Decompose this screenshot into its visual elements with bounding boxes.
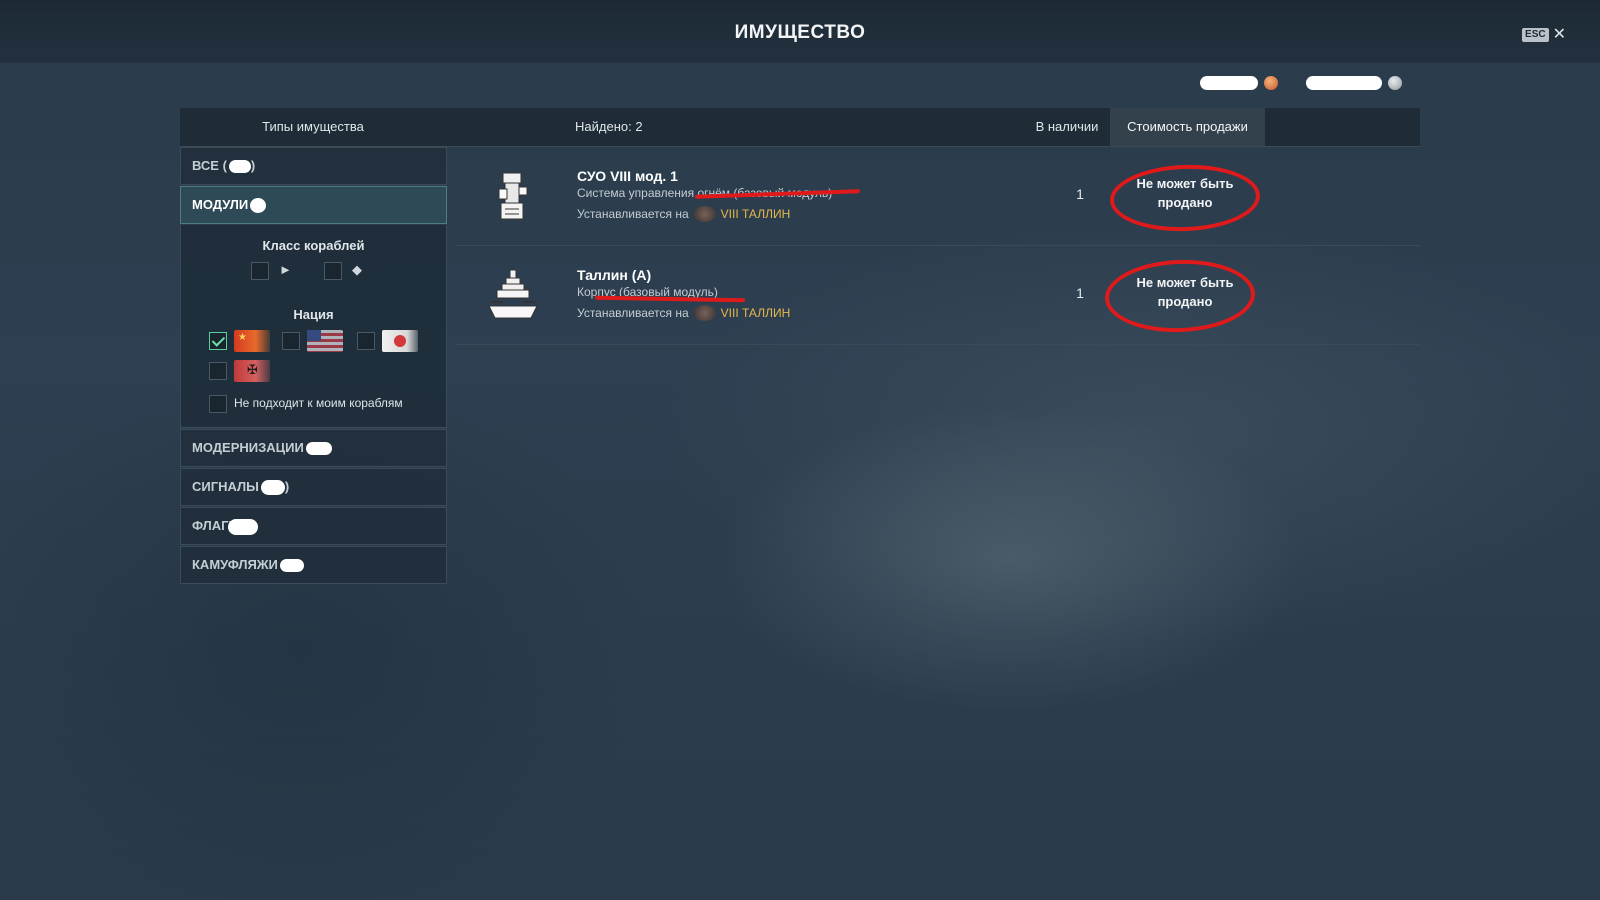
category-all[interactable]: ВСЕ () <box>180 147 447 185</box>
category-label: МОДУЛИ <box>192 197 249 212</box>
esc-key-hint: ESC <box>1522 28 1549 42</box>
category-label: КАМУФЛЯЖИ <box>192 557 278 572</box>
ship-link[interactable]: VIII ТАЛЛИН <box>721 306 791 320</box>
mismatch-checkbox[interactable] <box>209 395 227 413</box>
item-name: Таллин (А) <box>577 267 652 283</box>
ship-badge-icon <box>693 206 716 222</box>
credit-coin-icon <box>1388 76 1402 90</box>
category-label: МОДЕРНИЗАЦИИ <box>192 440 304 455</box>
table-row[interactable]: Таллин (А) Корпус (базовый модуль) Устан… <box>455 246 1420 345</box>
mismatch-label: Не подходит к моим кораблям <box>234 396 403 410</box>
item-name: СУО VIII мод. 1 <box>577 168 678 184</box>
page-title: ИМУЩЕСТВО <box>734 22 866 43</box>
annotation-underline <box>594 295 746 303</box>
category-signals[interactable]: СИГНАЛЫ) <box>180 468 447 506</box>
cruiser-class-icon: ◆ <box>352 262 362 277</box>
close-icon[interactable]: ✕ <box>1553 27 1566 43</box>
redacted-count <box>228 160 251 174</box>
category-label: ВСЕ ( <box>192 158 227 173</box>
close-button[interactable]: ESC ✕ <box>1522 27 1566 43</box>
credits-balance <box>1306 76 1402 90</box>
item-quantity: 1 <box>1076 285 1084 301</box>
installed-on: Устанавливается на VIII ТАЛЛИН <box>577 305 791 321</box>
found-count: Найдено: 2 <box>575 119 643 134</box>
item-quantity: 1 <box>1076 186 1084 202</box>
items-list: СУО VIII мод. 1 Система управления огнём… <box>455 147 1420 345</box>
hull-module-icon <box>488 269 538 319</box>
top-bar: ИМУЩЕСТВО ESC ✕ <box>0 0 1600 63</box>
category-flags[interactable]: ФЛАГИ <box>180 507 447 545</box>
redacted-count <box>250 198 267 214</box>
doubloon-coin-icon <box>1264 76 1278 90</box>
table-row[interactable]: СУО VIII мод. 1 Система управления огнём… <box>455 147 1420 246</box>
redacted-value <box>1200 76 1258 90</box>
japan-flag-icon <box>382 330 418 352</box>
annotation-circle <box>1103 257 1257 335</box>
ship-class-checkbox-destroyer[interactable] <box>251 262 269 280</box>
category-camouflages[interactable]: КАМУФЛЯЖИ <box>180 546 447 584</box>
sale-price-column-header[interactable]: Стоимость продажи <box>1110 108 1265 146</box>
module-filters: Класс кораблей ► ◆ Нация Не подходит к м… <box>180 225 447 428</box>
redacted-count <box>279 559 304 573</box>
redacted-value <box>1306 76 1382 90</box>
types-header: Типы имущества <box>262 119 364 134</box>
category-upgrades[interactable]: МОДЕРНИЗАЦИИ <box>180 429 447 467</box>
category-modules[interactable]: МОДУЛИ <box>180 186 447 224</box>
installed-on: Устанавливается на VIII ТАЛЛИН <box>577 206 791 222</box>
redacted-count <box>227 518 258 535</box>
fire-control-module-icon <box>498 172 528 220</box>
germany-flag-icon <box>234 360 270 382</box>
table-header: Типы имущества Найдено: 2 В наличии Стои… <box>180 108 1420 147</box>
ussr-flag-icon <box>234 330 270 352</box>
redacted-count <box>260 480 285 496</box>
nation-checkbox-germany[interactable] <box>209 362 227 380</box>
usa-flag-icon <box>307 330 343 352</box>
stock-column-header[interactable]: В наличии <box>1025 108 1109 146</box>
ship-link[interactable]: VIII ТАЛЛИН <box>721 207 791 221</box>
ship-badge-icon <box>693 305 716 321</box>
nation-title: Нация <box>293 307 334 322</box>
redacted-count <box>305 442 332 456</box>
ship-class-checkbox-cruiser[interactable] <box>324 262 342 280</box>
destroyer-class-icon: ► <box>279 262 292 277</box>
nation-checkbox-usa[interactable] <box>282 332 300 350</box>
category-label: СИГНАЛЫ <box>192 479 259 494</box>
category-sidebar: ВСЕ () МОДУЛИ Класс кораблей ► ◆ Нация Н… <box>180 147 447 585</box>
doubloons-balance <box>1200 76 1278 90</box>
nation-checkbox-ussr[interactable] <box>209 332 227 350</box>
nation-checkbox-japan[interactable] <box>357 332 375 350</box>
ship-class-title: Класс кораблей <box>262 238 365 253</box>
